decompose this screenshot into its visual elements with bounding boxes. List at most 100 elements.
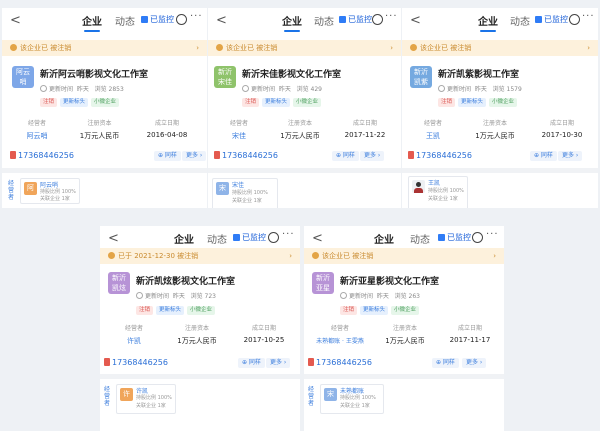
watch-toggle[interactable]: 已监控 [438,232,471,243]
operator-link[interactable]: 许凯 [108,336,160,346]
same-button[interactable]: ⊕ 同样 [332,151,359,161]
same-button[interactable]: ⊕ 同样 [432,358,459,368]
info-label: 注册资本 [287,120,312,127]
more-icon[interactable]: ··· [486,229,499,240]
tab-dynamic[interactable]: 动态 [207,231,227,246]
more-button[interactable]: 更多 › [266,358,291,368]
same-button[interactable]: ⊕ 同样 [238,358,265,368]
tab-company[interactable]: 企业 [478,13,498,32]
info-label: 注册资本 [184,325,209,332]
chevron-right-icon: › [587,44,590,52]
clock-icon [40,85,47,92]
phone-link[interactable]: 17368446256 [408,151,472,160]
tag: 小微企业 [489,98,518,107]
search-icon[interactable] [472,232,483,243]
update-meta: 更新时间 昨天 浏览 429 [242,84,322,93]
back-icon[interactable]: < [410,13,421,28]
search-icon[interactable] [268,232,279,243]
person-card[interactable]: 宋 宋佳 持股比例 100% 关联企业 1家 [212,178,278,208]
phone-link[interactable]: 17368446256 [214,151,278,160]
date-value: 2017-10-25 [243,336,285,344]
card-header: < 企业 动态 已监控 ··· [2,8,207,34]
cancel-notice[interactable]: 该企业已 被注销 › [304,248,504,264]
more-button[interactable]: 更多 › [558,151,583,161]
check-icon [339,16,346,23]
update-meta: 更新时间 昨天 浏览 2853 [40,84,124,93]
info-label: 成立日期 [352,120,377,127]
cancel-notice[interactable]: 该企业已 被注销 › [2,40,207,56]
divider [208,168,401,173]
company-name: 新沂宋佳影视文化工作室 [242,70,342,80]
search-icon[interactable] [372,14,383,25]
tab-company[interactable]: 企业 [174,231,194,250]
check-icon [233,234,240,241]
tag-list: 注销 更新标头 小微企业 [40,98,122,107]
more-icon[interactable]: ··· [385,11,398,22]
tab-company[interactable]: 企业 [82,13,102,32]
tab-dynamic[interactable]: 动态 [314,13,334,28]
watch-toggle[interactable]: 已监控 [339,14,372,25]
same-button[interactable]: ⊕ 同样 [530,151,557,161]
operator-link[interactable]: 王凯 [408,131,458,141]
cancel-notice[interactable]: 该企业已 被注销 › [402,40,598,56]
back-icon[interactable]: < [312,231,323,246]
more-icon[interactable]: ··· [190,11,203,22]
more-icon[interactable]: ··· [282,229,295,240]
person-card[interactable]: 许 许凯 持股比例 100% 关联企业 1家 [116,384,176,414]
tag: 更新标头 [156,306,185,315]
same-button[interactable]: ⊕ 同样 [154,151,181,161]
status-badge: 注销 [40,98,58,107]
phone-link[interactable]: 17368446256 [308,358,372,367]
tag: 更新标头 [262,98,291,107]
person-card[interactable]: 阿 阿云哨 持股比例 100% 关联企业 1家 [20,178,80,204]
watch-toggle[interactable]: 已监控 [141,14,174,25]
info-label: 经营者 [27,120,46,127]
tab-dynamic[interactable]: 动态 [510,13,530,28]
info-label: 注册资本 [482,120,507,127]
chevron-right-icon: › [390,44,393,52]
info-label: 成立日期 [154,120,179,127]
phone-link[interactable]: 17368446256 [104,358,168,367]
operator-link[interactable]: 阿云哨 [12,131,62,141]
warning-icon [108,252,115,259]
watch-label: 已监控 [447,233,471,242]
more-button[interactable]: 更多 › [462,358,487,368]
person-related: 关联企业 1家 [40,196,70,202]
operator-link[interactable]: 宋佳 [214,131,264,141]
tab-company[interactable]: 企业 [282,13,302,32]
watch-label: 已监控 [544,15,568,24]
watch-toggle[interactable]: 已监控 [535,14,568,25]
search-icon[interactable] [176,14,187,25]
company-logo: 新沂 宋佳 [214,66,236,88]
card-header: < 企业 动态 已监控 ··· [402,8,598,34]
info-label: 经营者 [330,325,349,332]
back-icon[interactable]: < [108,231,119,246]
company-card-3: < 企业 动态 已监控 ··· 该企业已 被注销 › 新沂 凯紫 新沂凯紫影视工作… [402,8,598,208]
more-button[interactable]: 更多 › [182,151,207,161]
search-icon[interactable] [569,14,580,25]
company-logo: 新沂 凯炫 [108,272,130,294]
person-card[interactable]: 宋 未熟都账 持股比例 100% 关联企业 1家 [320,384,384,414]
more-button[interactable]: 更多 › [360,151,385,161]
avatar: 宋 [216,182,229,195]
more-icon[interactable]: ··· [582,11,595,22]
operator-link[interactable]: 未熟都账 · 王雯燕 [310,336,370,345]
watch-label: 已监控 [348,15,372,24]
cancel-notice[interactable]: 已于 2021-12-30 被注销 › [100,248,300,264]
info-grid: 经营者 阿云哨 注册资本 1万元人民币 成立日期 2016-04-08 [12,118,197,141]
back-icon[interactable]: < [10,13,21,28]
cancel-notice[interactable]: 该企业已 被注销 › [208,40,401,56]
tab-company[interactable]: 企业 [374,231,394,250]
tag-list: 注销 更新标头 小微企业 [242,98,324,107]
clock-icon [438,85,445,92]
back-icon[interactable]: < [216,13,227,28]
tab-dynamic[interactable]: 动态 [115,13,135,28]
avatar: 阿 [24,182,37,195]
phone-link[interactable]: 17368446256 [10,151,74,160]
notice-text: 该企业已 被注销 [20,44,72,52]
watch-toggle[interactable]: 已监控 [233,232,266,243]
person-card[interactable]: 王凯 持股比例 100% 关联企业 1家 [408,176,468,208]
tab-dynamic[interactable]: 动态 [410,231,430,246]
check-icon [438,234,445,241]
company-logo: 新沂 亚星 [312,272,334,294]
